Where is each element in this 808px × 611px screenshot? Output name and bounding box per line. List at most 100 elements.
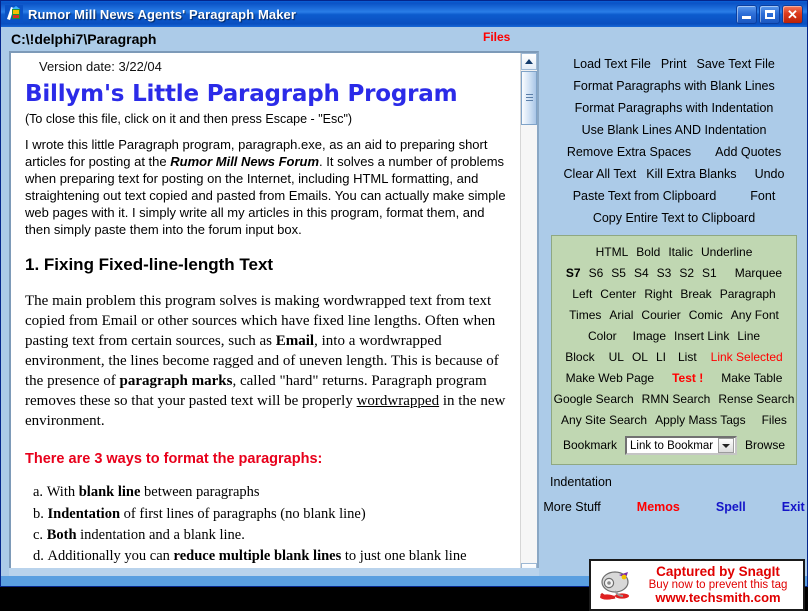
bold-button[interactable]: Bold — [632, 244, 664, 260]
color-button[interactable]: Color — [584, 328, 621, 344]
files-link[interactable]: Files — [483, 30, 510, 44]
insert-link-button[interactable]: Insert Link — [670, 328, 733, 344]
line-button[interactable]: Line — [733, 328, 764, 344]
print-button[interactable]: Print — [656, 56, 692, 72]
toolbar-row-4: Use Blank Lines AND Indentation — [541, 119, 807, 141]
rense-search-button[interactable]: Rense Search — [714, 391, 798, 407]
marquee-button[interactable]: Marquee — [731, 265, 786, 281]
make-web-page-button[interactable]: Make Web Page — [562, 370, 659, 386]
apply-mass-tags-button[interactable]: Apply Mass Tags — [651, 412, 750, 428]
add-quotes-button[interactable]: Add Quotes — [710, 144, 786, 160]
minimize-icon — [742, 16, 751, 19]
bookmark-row: Bookmark Link to Bookmar Browse — [552, 430, 796, 458]
size-s1-button[interactable]: S1 — [698, 265, 721, 281]
body-bold-paragraph-marks: paragraph marks — [119, 372, 233, 389]
font-any-button[interactable]: Any Font — [727, 307, 783, 323]
italic-button[interactable]: Italic — [664, 244, 697, 260]
list-button[interactable]: List — [674, 349, 701, 365]
align-right-button[interactable]: Right — [640, 286, 676, 302]
body-underline-wordwrapped: wordwrapped — [356, 392, 440, 409]
font-arial-button[interactable]: Arial — [605, 307, 637, 323]
text-tools-panel: Load Text File Print Save Text File Form… — [541, 51, 807, 229]
exit-button[interactable]: Exit — [777, 499, 808, 515]
html-search-row: Google Search RMN Search Rense Search — [552, 388, 796, 409]
bookmark-select[interactable]: Link to Bookmar — [625, 436, 737, 455]
size-s7-button[interactable]: S7 — [562, 265, 585, 281]
align-left-button[interactable]: Left — [568, 286, 596, 302]
list-bold: blank line — [78, 484, 141, 501]
kill-extra-blanks-button[interactable]: Kill Extra Blanks — [641, 166, 741, 182]
ul-button[interactable]: UL — [605, 349, 628, 365]
li-button[interactable]: LI — [652, 349, 670, 365]
size-s3-button[interactable]: S3 — [653, 265, 676, 281]
underline-button[interactable]: Underline — [697, 244, 756, 260]
undo-button[interactable]: Undo — [750, 166, 790, 182]
scroll-up-button[interactable] — [521, 53, 537, 70]
paste-from-clipboard-button[interactable]: Paste Text from Clipboard — [568, 188, 722, 204]
font-courier-button[interactable]: Courier — [637, 307, 684, 323]
document-text-area[interactable]: Version date: 3/22/04 Billym's Little Pa… — [11, 53, 520, 580]
rmn-search-button[interactable]: RMN Search — [638, 391, 715, 407]
copy-entire-text-button[interactable]: Copy Entire Text to Clipboard — [588, 210, 760, 226]
align-center-button[interactable]: Center — [596, 286, 640, 302]
format-indentation-button[interactable]: Format Paragraphs with Indentation — [570, 100, 779, 116]
image-button[interactable]: Image — [629, 328, 670, 344]
font-button[interactable]: Font — [745, 188, 780, 204]
browse-button[interactable]: Browse — [741, 437, 789, 453]
paragraph-button[interactable]: Paragraph — [716, 286, 780, 302]
size-s6-button[interactable]: S6 — [585, 265, 608, 281]
list-item: b. Indentation of first lines of paragra… — [33, 504, 508, 524]
link-selected-button[interactable]: Link Selected — [707, 349, 787, 365]
list-post: of first lines of paragraphs (no blank l… — [120, 505, 366, 522]
section-heading: 1. Fixing Fixed-line-length Text — [25, 255, 274, 275]
blank-lines-and-indentation-button[interactable]: Use Blank Lines AND Indentation — [577, 122, 772, 138]
size-s2-button[interactable]: S2 — [675, 265, 698, 281]
document-pane: Version date: 3/22/04 Billym's Little Pa… — [9, 51, 539, 582]
ol-button[interactable]: OL — [628, 349, 652, 365]
scrollbar-thumb[interactable] — [521, 71, 537, 125]
block-button[interactable]: Block — [561, 349, 598, 365]
list-pre: With — [46, 484, 79, 501]
body-bold-email: Email — [275, 333, 315, 350]
files-button[interactable]: Files — [758, 412, 791, 428]
snagit-mouse-icon — [595, 564, 637, 606]
font-comic-button[interactable]: Comic — [685, 307, 727, 323]
any-site-search-button[interactable]: Any Site Search — [557, 412, 651, 428]
clear-all-text-button[interactable]: Clear All Text — [559, 166, 642, 182]
minimize-button[interactable] — [736, 4, 757, 24]
remove-extra-spaces-button[interactable]: Remove Extra Spaces — [562, 144, 696, 160]
close-icon: ✕ — [787, 6, 798, 22]
load-text-file-button[interactable]: Load Text File — [568, 56, 656, 72]
save-text-file-button[interactable]: Save Text File — [692, 56, 780, 72]
maximize-button[interactable] — [759, 4, 780, 24]
format-blank-lines-button[interactable]: Format Paragraphs with Blank Lines — [568, 78, 779, 94]
google-search-button[interactable]: Google Search — [550, 391, 638, 407]
html-font-row: Times Arial Courier Comic Any Font — [552, 304, 796, 325]
font-times-button[interactable]: Times — [565, 307, 605, 323]
intro-paragraph: I wrote this little Paragraph program, p… — [25, 137, 508, 238]
make-table-button[interactable]: Make Table — [717, 370, 786, 386]
toolbar-row-5: Remove Extra Spaces Add Quotes — [541, 141, 807, 163]
html-button[interactable]: HTML — [592, 244, 633, 260]
memos-button[interactable]: Memos — [632, 499, 685, 515]
test-button[interactable]: Test ! — [668, 370, 707, 386]
document-footer-strip — [9, 568, 539, 576]
list-bold: reduce multiple blank lines — [173, 548, 342, 565]
break-button[interactable]: Break — [676, 286, 715, 302]
html-insert-row: Color Image Insert Link Line — [552, 325, 796, 346]
footer-controls: Indentation More Stuff Memos Spell Exit — [541, 465, 807, 517]
document-scrollbar[interactable] — [520, 53, 537, 580]
scrollbar-track[interactable] — [521, 125, 537, 563]
size-s5-button[interactable]: S5 — [607, 265, 630, 281]
current-path: C:\!delphi7\Paragraph — [11, 31, 157, 47]
path-bar: C:\!delphi7\Paragraph Files — [1, 27, 807, 51]
close-button[interactable]: ✕ — [782, 4, 803, 24]
spell-button[interactable]: Spell — [711, 499, 751, 515]
list-marker: a. — [33, 484, 44, 501]
html-tools-panel: HTML Bold Italic Underline S7 S6 S5 S4 S… — [551, 235, 797, 465]
list-post: to just one blank line — [341, 548, 467, 565]
size-s4-button[interactable]: S4 — [630, 265, 653, 281]
more-stuff-button[interactable]: More Stuff — [538, 499, 605, 515]
chevron-down-icon[interactable] — [718, 438, 734, 453]
intro-emphasis: Rumor Mill News Forum — [170, 153, 320, 169]
